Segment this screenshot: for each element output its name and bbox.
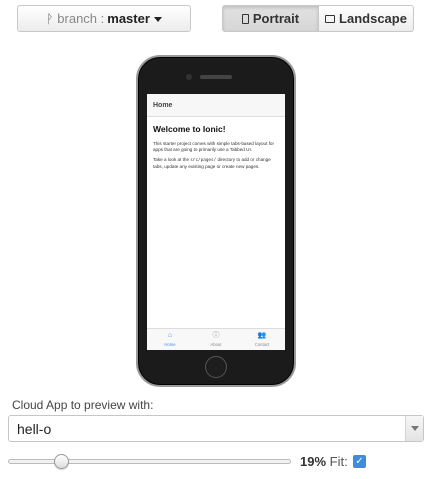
app-content: Welcome to Ionic! This starter project c… [147,117,285,179]
phone-screen: Home Welcome to Ionic! This starter proj… [147,94,285,350]
speaker-grille [200,75,232,79]
fit-label: Fit: [329,454,348,469]
app-paragraph-1: This starter project comes with simple t… [153,141,275,152]
portrait-icon [241,13,249,24]
app-paragraph-2-code: src/pages/ [190,158,217,164]
app-header-title: Home [153,101,173,109]
branch-icon: ᚹ [46,11,54,26]
branch-value: master [107,11,150,26]
zoom-readout: 19% Fit: [300,454,348,469]
tab-about[interactable]: ⓘ About [193,329,239,350]
cloud-app-label: Cloud App to preview with: [12,398,154,412]
landscape-button[interactable]: Landscape [318,5,414,32]
zoom-slider-track[interactable] [8,459,291,464]
zoom-slider-thumb[interactable] [54,454,70,469]
portrait-button[interactable]: Portrait [222,5,319,32]
portrait-label: Portrait [252,11,300,26]
phone-home-button [205,356,227,378]
info-icon: ⓘ [212,332,220,339]
home-icon: ⌂ [167,332,173,339]
app-paragraph-2-start: Take a look at the [153,157,191,163]
app-content-title: Welcome to Ionic! [153,124,226,134]
cloud-app-select[interactable]: hell-o [8,415,424,442]
zoom-percent: 19% [300,454,327,469]
cloud-app-select-value: hell-o [17,420,52,437]
contacts-icon: 👥 [257,332,267,339]
app-header: Home [147,94,285,117]
phone-frame: Home Welcome to Ionic! This starter proj… [136,55,296,387]
tab-home-label: Home [164,342,176,347]
branch-dropdown-button[interactable]: ᚹ branch : master [17,5,191,32]
landscape-label: Landscape [339,11,407,26]
fit-checkbox[interactable]: ✓ [353,455,366,468]
caret-down-icon [153,16,162,22]
landscape-icon [325,14,336,23]
branch-label: branch : [57,11,105,26]
app-tabbar: ⌂ Home ⓘ About 👥 Contact [147,328,285,350]
camera-icon [186,74,192,80]
tab-contact[interactable]: 👥 Contact [239,329,285,350]
tab-about-label: About [210,342,222,347]
tab-home[interactable]: ⌂ Home [147,329,193,350]
select-arrow-icon [405,416,423,441]
app-paragraph-2: Take a look at the src/pages/ directory … [153,157,279,169]
tab-contact-label: Contact [254,342,270,347]
